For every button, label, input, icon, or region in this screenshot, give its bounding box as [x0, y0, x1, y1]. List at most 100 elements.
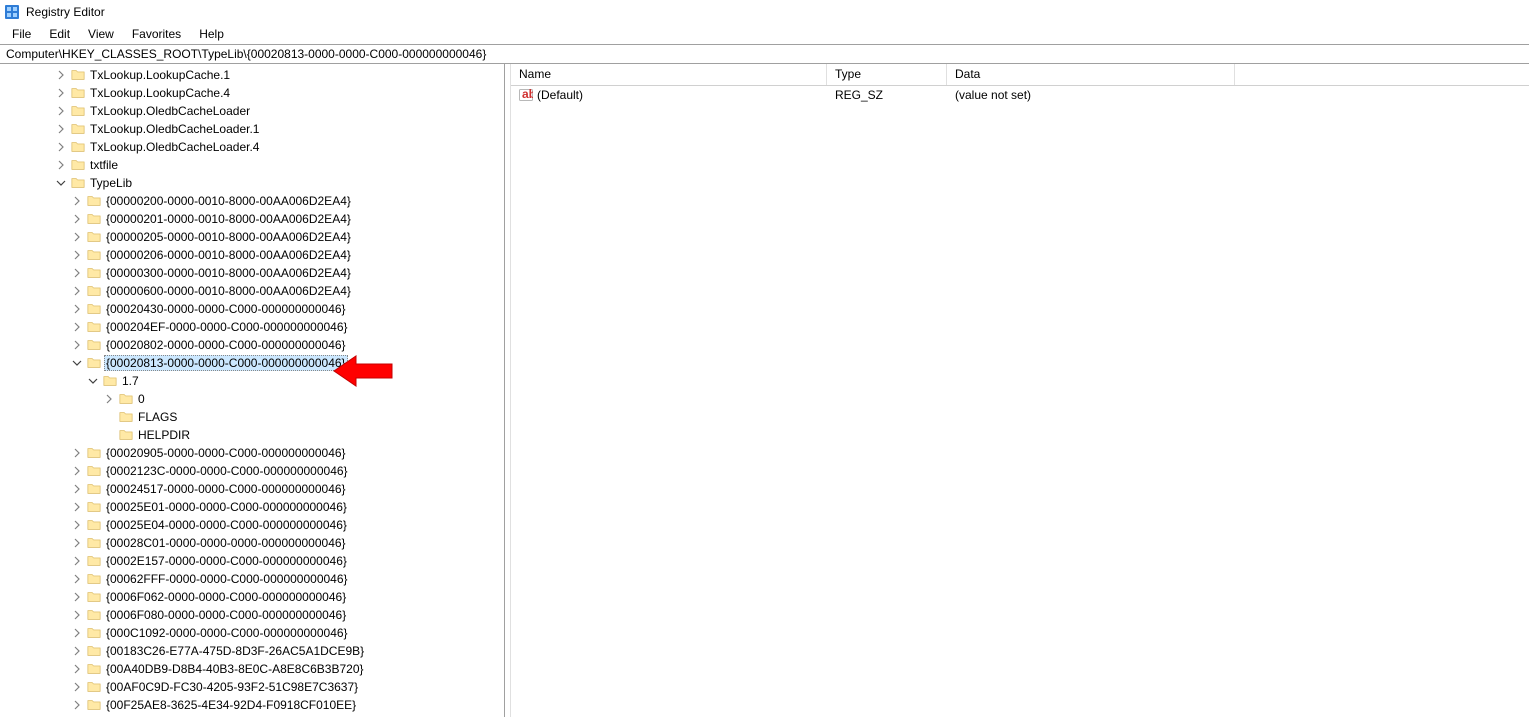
chevron-right-icon[interactable]	[70, 518, 84, 532]
chevron-right-icon[interactable]	[70, 338, 84, 352]
tree-row[interactable]: {000C1092-0000-0000-C000-000000000046}	[0, 624, 504, 642]
chevron-right-icon[interactable]	[70, 446, 84, 460]
tree-row[interactable]: TxLookup.OledbCacheLoader.1	[0, 120, 504, 138]
tree-label: {00A40DB9-D8B4-40B3-8E0C-A8E8C6B3B720}	[104, 662, 366, 676]
tree-row[interactable]: FLAGS	[0, 408, 504, 426]
chevron-right-icon[interactable]	[54, 140, 68, 154]
tree-label: {00020905-0000-0000-C000-000000000046}	[104, 446, 348, 460]
chevron-down-icon[interactable]	[70, 356, 84, 370]
menu-item-view[interactable]: View	[80, 25, 122, 43]
window-title: Registry Editor	[26, 5, 105, 19]
tree-row[interactable]: {00020813-0000-0000-C000-000000000046}	[0, 354, 504, 372]
value-name: (Default)	[537, 88, 583, 102]
tree-label: {00183C26-E77A-475D-8D3F-26AC5A1DCE9B}	[104, 644, 366, 658]
tree-row[interactable]: {00024517-0000-0000-C000-000000000046}	[0, 480, 504, 498]
chevron-right-icon[interactable]	[70, 464, 84, 478]
tree-row[interactable]: {00F25AE8-3625-4E34-92D4-F0918CF010EE}	[0, 696, 504, 714]
chevron-right-icon[interactable]	[70, 590, 84, 604]
tree-row[interactable]: txtfile	[0, 156, 504, 174]
folder-icon	[86, 302, 102, 316]
cell-type: REG_SZ	[827, 88, 947, 102]
tree-row[interactable]: {00A40DB9-D8B4-40B3-8E0C-A8E8C6B3B720}	[0, 660, 504, 678]
tree-row[interactable]: {0006F062-0000-0000-C000-000000000046}	[0, 588, 504, 606]
chevron-right-icon[interactable]	[70, 536, 84, 550]
tree-row[interactable]: {0002123C-0000-0000-C000-000000000046}	[0, 462, 504, 480]
tree-row[interactable]: TypeLib	[0, 174, 504, 192]
chevron-down-icon[interactable]	[54, 176, 68, 190]
chevron-right-icon[interactable]	[70, 230, 84, 244]
chevron-right-icon[interactable]	[54, 158, 68, 172]
address-text: Computer\HKEY_CLASSES_ROOT\TypeLib\{0002…	[6, 47, 486, 61]
tree-row[interactable]: {0002E157-0000-0000-C000-000000000046}	[0, 552, 504, 570]
tree-row[interactable]: HELPDIR	[0, 426, 504, 444]
chevron-right-icon[interactable]	[70, 266, 84, 280]
chevron-right-icon[interactable]	[70, 626, 84, 640]
address-bar[interactable]: Computer\HKEY_CLASSES_ROOT\TypeLib\{0002…	[0, 44, 1529, 64]
tree-label: {00000201-0000-0010-8000-00AA006D2EA4}	[104, 212, 353, 226]
menu-item-favorites[interactable]: Favorites	[124, 25, 189, 43]
tree-label: {000C1092-0000-0000-C000-000000000046}	[104, 626, 350, 640]
chevron-down-icon[interactable]	[86, 374, 100, 388]
tree-row[interactable]: {00025E01-0000-0000-C000-000000000046}	[0, 498, 504, 516]
column-header-name[interactable]: Name	[511, 64, 827, 85]
chevron-right-icon[interactable]	[70, 212, 84, 226]
folder-icon	[70, 86, 86, 100]
tree-row[interactable]: {00AF0C9D-FC30-4205-93F2-51C98E7C3637}	[0, 678, 504, 696]
tree-row[interactable]: {00025E04-0000-0000-C000-000000000046}	[0, 516, 504, 534]
tree-row[interactable]: {00000300-0000-0010-8000-00AA006D2EA4}	[0, 264, 504, 282]
tree-row[interactable]: {00183C26-E77A-475D-8D3F-26AC5A1DCE9B}	[0, 642, 504, 660]
chevron-right-icon[interactable]	[70, 698, 84, 712]
values-list[interactable]: (Default)REG_SZ(value not set)	[511, 86, 1529, 717]
chevron-right-icon[interactable]	[70, 248, 84, 262]
chevron-right-icon[interactable]	[70, 572, 84, 586]
cell-name: (Default)	[511, 88, 827, 102]
content-area: TxLookup.LookupCache.1 TxLookup.LookupCac…	[0, 64, 1529, 717]
list-row[interactable]: (Default)REG_SZ(value not set)	[511, 86, 1529, 104]
menu-item-help[interactable]: Help	[191, 25, 232, 43]
tree-label: TxLookup.LookupCache.1	[88, 68, 232, 82]
tree-row[interactable]: TxLookup.LookupCache.1	[0, 66, 504, 84]
chevron-right-icon[interactable]	[70, 302, 84, 316]
chevron-right-icon[interactable]	[70, 554, 84, 568]
column-header-type[interactable]: Type	[827, 64, 947, 85]
tree-row[interactable]: TxLookup.OledbCacheLoader.4	[0, 138, 504, 156]
tree-row[interactable]: {00020905-0000-0000-C000-000000000046}	[0, 444, 504, 462]
tree-row[interactable]: TxLookup.LookupCache.4	[0, 84, 504, 102]
tree-row[interactable]: 0	[0, 390, 504, 408]
chevron-right-icon[interactable]	[70, 500, 84, 514]
folder-icon	[102, 374, 118, 388]
chevron-right-icon[interactable]	[70, 662, 84, 676]
column-header-data[interactable]: Data	[947, 64, 1235, 85]
menu-item-file[interactable]: File	[4, 25, 39, 43]
chevron-right-icon[interactable]	[54, 68, 68, 82]
tree-row[interactable]: {00020802-0000-0000-C000-000000000046}	[0, 336, 504, 354]
tree-row[interactable]: {00062FFF-0000-0000-C000-000000000046}	[0, 570, 504, 588]
tree-row[interactable]: TxLookup.OledbCacheLoader	[0, 102, 504, 120]
chevron-right-icon[interactable]	[70, 644, 84, 658]
tree-row[interactable]: {00000600-0000-0010-8000-00AA006D2EA4}	[0, 282, 504, 300]
tree-row[interactable]: {00020430-0000-0000-C000-000000000046}	[0, 300, 504, 318]
tree-row[interactable]: {00000205-0000-0010-8000-00AA006D2EA4}	[0, 228, 504, 246]
tree-row[interactable]: {00000201-0000-0010-8000-00AA006D2EA4}	[0, 210, 504, 228]
tree-row[interactable]: {00000200-0000-0010-8000-00AA006D2EA4}	[0, 192, 504, 210]
menu-item-edit[interactable]: Edit	[41, 25, 78, 43]
folder-icon	[86, 680, 102, 694]
tree-row[interactable]: {00000206-0000-0010-8000-00AA006D2EA4}	[0, 246, 504, 264]
chevron-right-icon[interactable]	[70, 482, 84, 496]
tree-row[interactable]: 1.7	[0, 372, 504, 390]
chevron-right-icon[interactable]	[54, 122, 68, 136]
tree-row[interactable]: {0006F080-0000-0000-C000-000000000046}	[0, 606, 504, 624]
chevron-right-icon[interactable]	[70, 608, 84, 622]
chevron-right-icon[interactable]	[54, 104, 68, 118]
folder-icon	[86, 608, 102, 622]
registry-tree[interactable]: TxLookup.LookupCache.1 TxLookup.LookupCac…	[0, 64, 504, 714]
chevron-right-icon[interactable]	[102, 392, 116, 406]
tree-label: {0006F080-0000-0000-C000-000000000046}	[104, 608, 348, 622]
chevron-right-icon[interactable]	[70, 284, 84, 298]
chevron-right-icon[interactable]	[70, 320, 84, 334]
tree-row[interactable]: {00028C01-0000-0000-0000-000000000046}	[0, 534, 504, 552]
chevron-right-icon[interactable]	[54, 86, 68, 100]
tree-row[interactable]: {000204EF-0000-0000-C000-000000000046}	[0, 318, 504, 336]
chevron-right-icon[interactable]	[70, 194, 84, 208]
chevron-right-icon[interactable]	[70, 680, 84, 694]
